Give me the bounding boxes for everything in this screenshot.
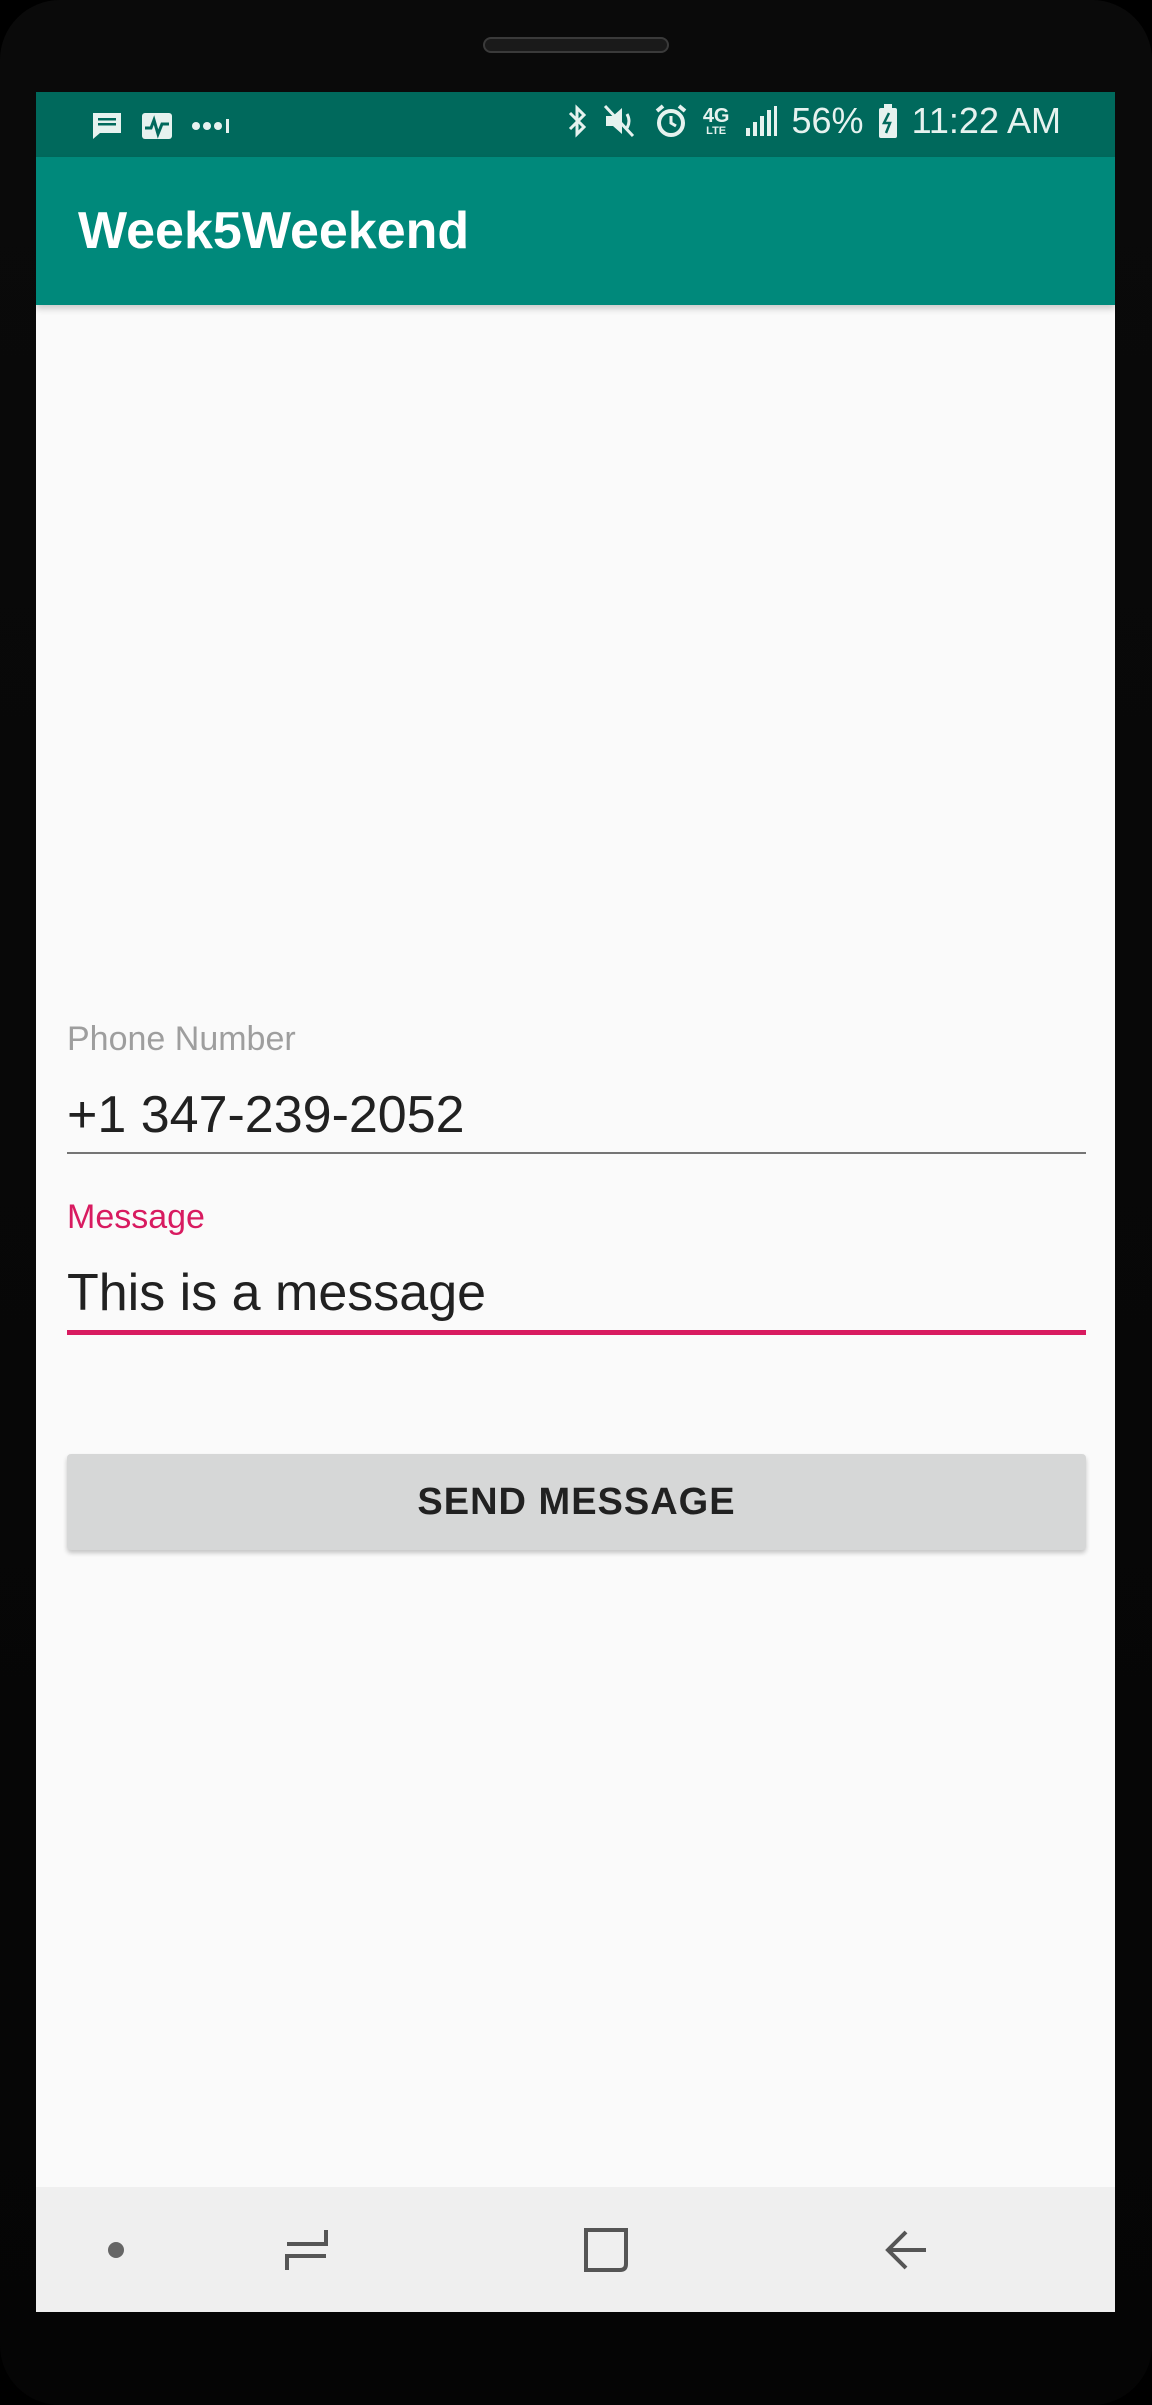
message-input[interactable] [67, 1260, 1087, 1326]
app-title: Week5Weekend [78, 202, 470, 260]
home-icon[interactable] [536, 2187, 676, 2312]
recent-apps-icon[interactable] [236, 2187, 376, 2312]
bluetooth-icon [567, 101, 589, 141]
send-message-button[interactable]: SEND MESSAGE [67, 1454, 1086, 1550]
lte-icon: 4G LTE [703, 101, 730, 141]
navigation-bar [36, 2187, 1115, 2312]
mute-icon [603, 101, 639, 141]
message-underline [67, 1330, 1086, 1335]
back-icon[interactable] [836, 2187, 976, 2312]
more-dots-icon [190, 106, 232, 146]
activity-icon [140, 106, 174, 146]
phone-frame: 4G LTE 56% 11:22 AM Week5Weekend Phone N… [0, 0, 1152, 2405]
phone-number-label: Phone Number [67, 1020, 296, 1058]
dot-icon[interactable] [76, 2187, 156, 2312]
speaker-grille [483, 37, 669, 53]
status-bar: 4G LTE 56% 11:22 AM [36, 92, 1115, 157]
network-type: 4G [702, 104, 730, 127]
alarm-icon [653, 101, 689, 141]
battery-icon [878, 101, 898, 141]
status-time: 11:22 AM [911, 100, 1061, 141]
phone-number-underline [67, 1152, 1086, 1154]
lte-label: LTE [706, 124, 727, 137]
message-icon [90, 106, 124, 146]
battery-percent: 56% [791, 100, 864, 141]
phone-number-input[interactable] [67, 1082, 1087, 1148]
signal-icon [744, 101, 778, 141]
message-label: Message [67, 1198, 205, 1236]
screen: 4G LTE 56% 11:22 AM Week5Weekend Phone N… [36, 92, 1115, 2312]
app-bar: Week5Weekend [36, 157, 1115, 305]
